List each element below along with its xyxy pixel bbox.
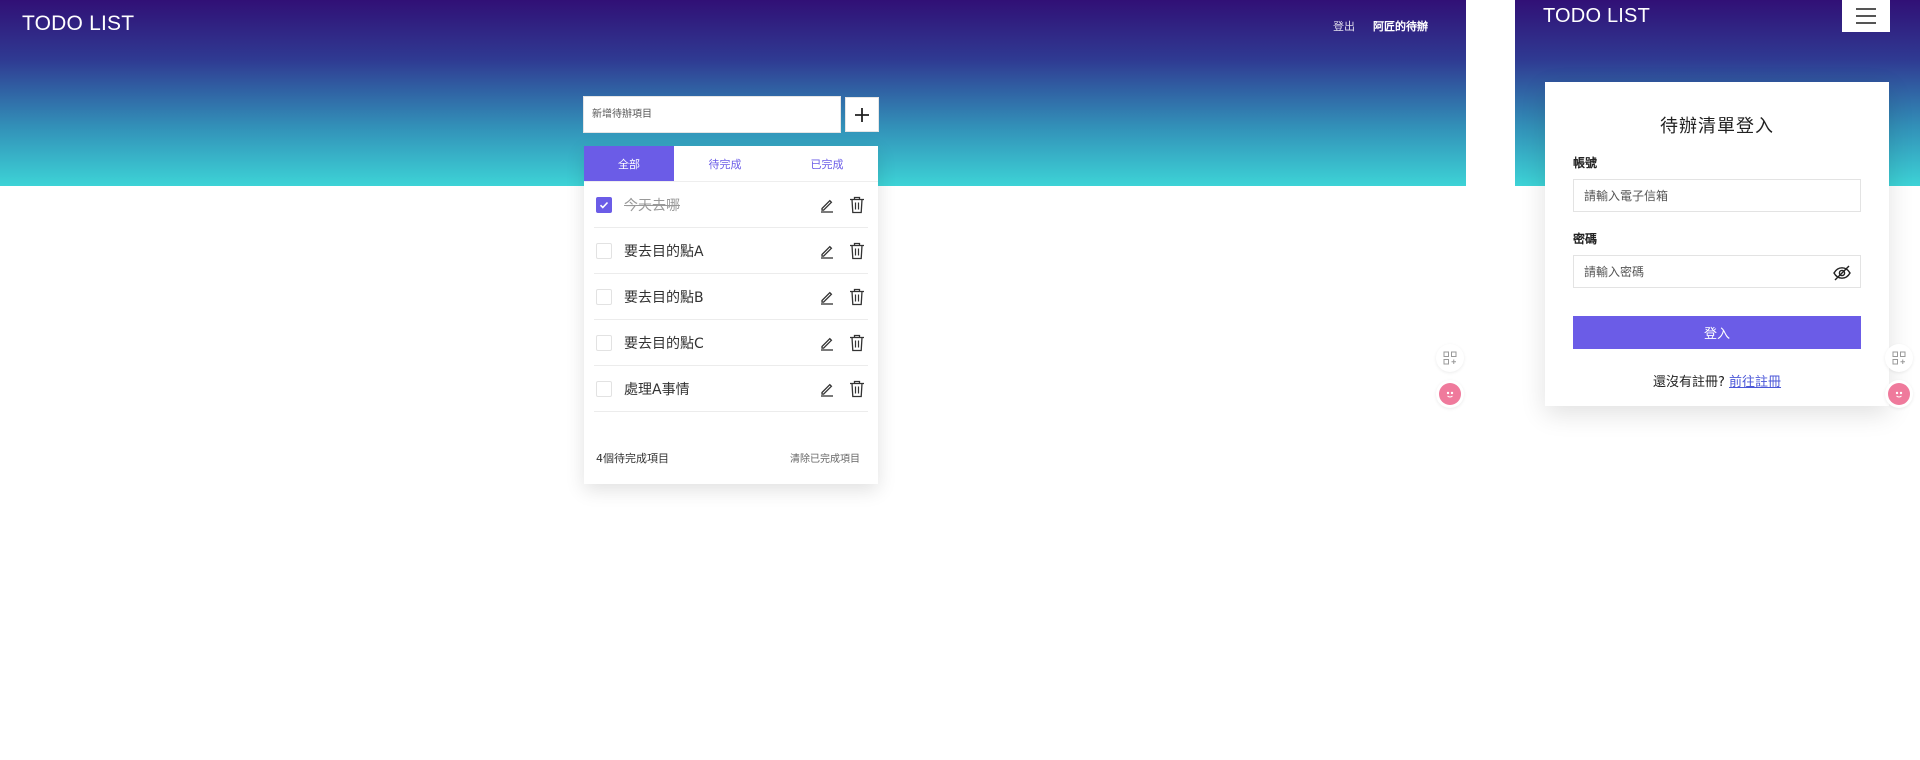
- hamburger-line: [1856, 22, 1876, 24]
- password-label: 密碼: [1573, 232, 1598, 246]
- floating-tools: [1436, 344, 1464, 408]
- plus-icon: [855, 107, 869, 122]
- edit-button[interactable]: [816, 378, 838, 400]
- login-card: 待辦清單登入 帳號 密碼 登入 還沒有註冊? 前往註冊: [1545, 82, 1889, 406]
- account-field: [1573, 179, 1861, 212]
- list-item: 要去目的點B: [594, 274, 868, 320]
- top-nav: 登出 阿匠的待辦: [1333, 18, 1428, 34]
- trash-icon: [850, 334, 864, 351]
- edit-button[interactable]: [816, 332, 838, 354]
- password-input[interactable]: [1574, 256, 1860, 287]
- pending-count: 4個待完成項目: [596, 452, 669, 465]
- todo-text: 要去目的點A: [624, 243, 704, 260]
- delete-button[interactable]: [846, 332, 868, 354]
- hamburger-menu-button[interactable]: [1842, 0, 1890, 32]
- trash-icon: [850, 380, 864, 397]
- list-item: 今天去哪: [594, 182, 868, 228]
- assistant-button[interactable]: [1885, 380, 1913, 408]
- assistant-icon: [1888, 383, 1910, 405]
- apps-grid-icon: [1892, 351, 1906, 365]
- tab-all[interactable]: 全部: [584, 146, 674, 181]
- add-todo-button[interactable]: [845, 97, 879, 132]
- delete-button[interactable]: [846, 240, 868, 262]
- pencil-icon: [821, 291, 833, 305]
- clear-completed-link[interactable]: 清除已完成項目: [790, 450, 860, 466]
- register-prompt-text: 還沒有註冊?: [1652, 375, 1725, 390]
- assistant-button[interactable]: [1436, 380, 1464, 408]
- pencil-icon: [821, 337, 833, 351]
- list-item: 要去目的點A: [594, 228, 868, 274]
- floating-tools: [1885, 344, 1913, 408]
- todo-text: 今天去哪: [624, 197, 680, 214]
- register-link[interactable]: 前往註冊: [1729, 375, 1781, 390]
- delete-button[interactable]: [846, 194, 868, 216]
- list-item: 處理A事情: [594, 366, 868, 412]
- todo-checkbox[interactable]: [596, 334, 612, 351]
- grid-tool-button[interactable]: [1885, 344, 1913, 372]
- eye-off-icon[interactable]: [1832, 263, 1852, 283]
- hamburger-line: [1856, 15, 1876, 17]
- register-prompt: 還沒有註冊? 前往註冊: [1573, 371, 1861, 390]
- edit-button[interactable]: [816, 286, 838, 308]
- todo-text: 處理A事情: [624, 381, 690, 398]
- pencil-icon: [821, 199, 833, 213]
- tab-completed[interactable]: 已完成: [776, 146, 878, 181]
- todo-checkbox[interactable]: [596, 288, 612, 305]
- tab-pending[interactable]: 待完成: [674, 146, 776, 181]
- logout-link[interactable]: 登出: [1333, 18, 1355, 34]
- todo-text: 要去目的點C: [624, 335, 704, 352]
- pencil-icon: [821, 383, 833, 397]
- login-title: 待辦清單登入: [1660, 116, 1774, 137]
- mobile-view: TODO LIST 待辦清單登入 帳號 密碼 登入 還沒有註冊? 前往註冊: [1515, 0, 1920, 420]
- edit-button[interactable]: [816, 240, 838, 262]
- filter-tabs: 全部 待完成 已完成: [584, 146, 878, 182]
- brand-logo[interactable]: TODO LIST: [1543, 5, 1650, 28]
- add-todo-input[interactable]: [583, 96, 841, 133]
- assistant-icon: [1439, 383, 1461, 405]
- edit-button[interactable]: [816, 194, 838, 216]
- pencil-icon: [821, 245, 833, 259]
- trash-icon: [850, 288, 864, 305]
- brand-logo[interactable]: TODO LIST: [22, 12, 134, 36]
- trash-icon: [850, 242, 864, 259]
- todo-card: 全部 待完成 已完成 今天去哪 要去目的點A 要去目的點B 要去目的點C 處理A…: [584, 146, 878, 484]
- delete-button[interactable]: [846, 286, 868, 308]
- trash-icon: [850, 196, 864, 213]
- delete-button[interactable]: [846, 378, 868, 400]
- desktop-view: TODO LIST 登出 阿匠的待辦 全部 待完成 已完成: [0, 0, 1466, 484]
- add-todo-row: [583, 96, 879, 133]
- apps-grid-icon: [1443, 351, 1457, 365]
- hamburger-icon: [1856, 8, 1876, 10]
- grid-tool-button[interactable]: [1436, 344, 1464, 372]
- check-icon: [599, 201, 609, 209]
- password-field: [1573, 255, 1861, 288]
- list-item: 要去目的點C: [594, 320, 868, 366]
- page: TODO LIST 登出 阿匠的待辦 全部 待完成 已完成: [0, 0, 1920, 760]
- login-button[interactable]: 登入: [1573, 316, 1861, 349]
- email-input[interactable]: [1574, 180, 1860, 211]
- todo-checkbox[interactable]: [596, 196, 612, 213]
- todo-footer: 4個待完成項目 清除已完成項目: [596, 450, 860, 466]
- todo-checkbox[interactable]: [596, 242, 612, 259]
- todo-checkbox[interactable]: [596, 380, 612, 397]
- user-name: 阿匠的待辦: [1373, 20, 1428, 33]
- todo-list: 今天去哪 要去目的點A 要去目的點B 要去目的點C 處理A事情: [584, 182, 878, 412]
- account-label: 帳號: [1573, 156, 1598, 170]
- todo-text: 要去目的點B: [624, 289, 704, 306]
